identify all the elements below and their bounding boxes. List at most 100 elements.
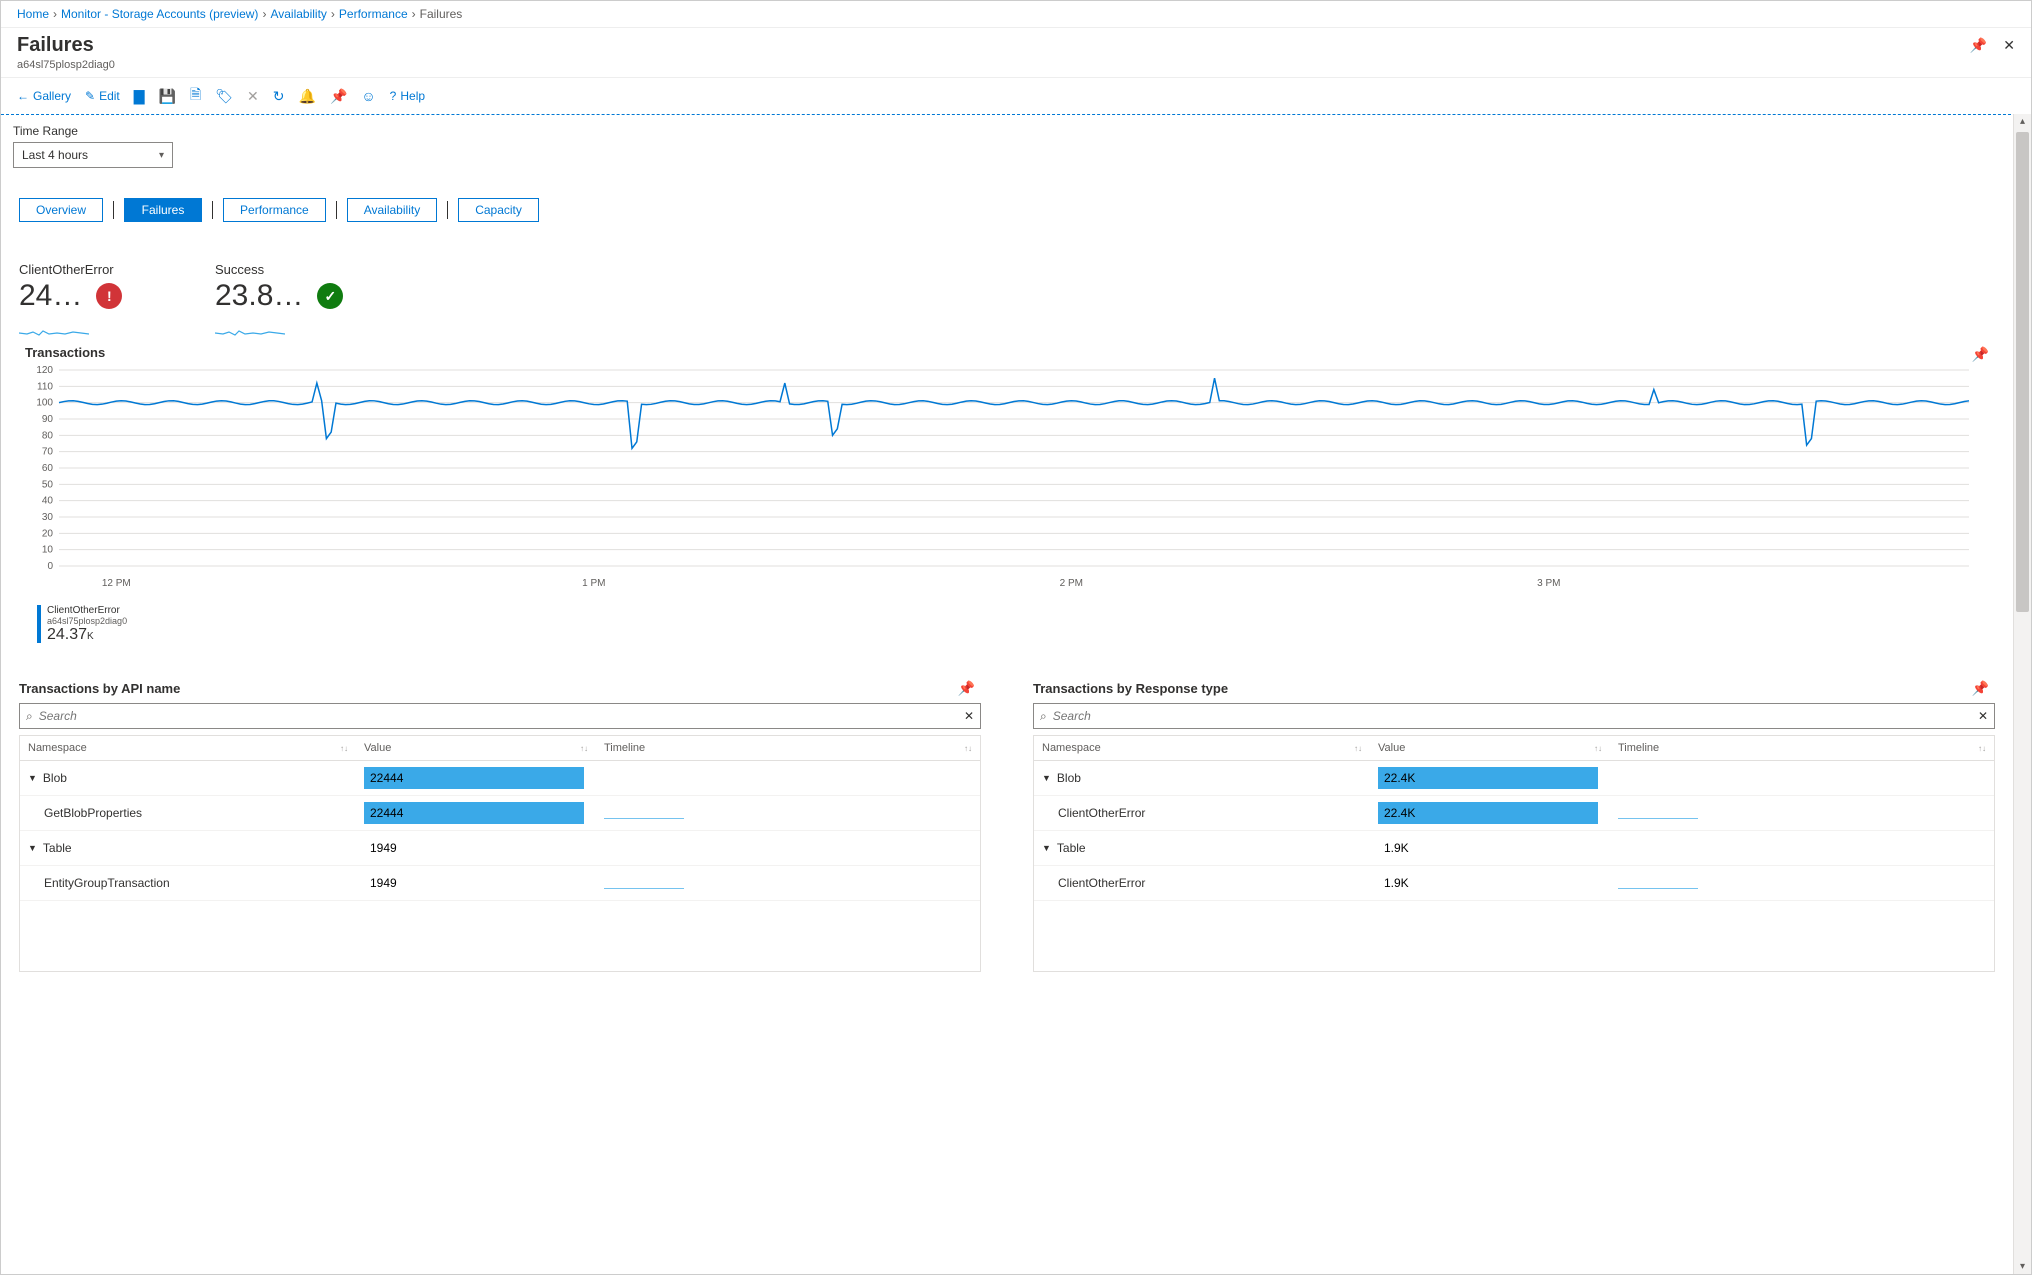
feedback-icon[interactable]: ☺ xyxy=(361,88,375,104)
legend-series-name: ClientOtherError xyxy=(47,605,127,616)
tables-row: Transactions by API name 📌 ⌕ ✕ Namespace… xyxy=(13,680,2001,972)
pin-toolbar-icon[interactable]: 📌 xyxy=(330,88,347,105)
table-api-search[interactable]: ⌕ ✕ xyxy=(19,703,981,729)
refresh-icon[interactable]: ↻ xyxy=(273,88,285,105)
table-api: Transactions by API name 📌 ⌕ ✕ Namespace… xyxy=(13,680,987,972)
scroll-thumb[interactable] xyxy=(2016,132,2029,612)
table-api-search-input[interactable] xyxy=(39,709,964,723)
kpi-success[interactable]: Success 23.8… ✓ xyxy=(215,262,355,346)
table-row[interactable]: GetBlobProperties 22444 xyxy=(20,796,980,831)
kpi-value: 23.8… xyxy=(215,279,303,313)
tab-availability[interactable]: Availability xyxy=(347,198,437,222)
breadcrumb-item[interactable]: Monitor - Storage Accounts (preview) xyxy=(61,7,258,21)
table-row[interactable]: ClientOtherError 22.4K xyxy=(1034,796,1994,831)
col-timeline[interactable]: Timeline↑↓ xyxy=(596,736,980,760)
transactions-panel: 📌 Transactions 0102030405060708090100110… xyxy=(19,346,1995,644)
mini-sparkline xyxy=(604,807,684,819)
kpi-clientothererror[interactable]: ClientOtherError 24… ! xyxy=(19,262,159,346)
table-header: Namespace↑↓ Value↑↓ Timeline↑↓ xyxy=(1034,736,1994,761)
table-resp-search-input[interactable] xyxy=(1053,709,1978,723)
cell-value: 1.9K xyxy=(1370,831,1610,865)
edit-label: Edit xyxy=(99,89,120,103)
col-value[interactable]: Value↑↓ xyxy=(1370,736,1610,760)
cell-timeline xyxy=(1610,831,1994,865)
alert-icon[interactable]: 🔔 xyxy=(299,88,316,105)
pencil-icon: ✎ xyxy=(85,89,95,103)
tab-performance[interactable]: Performance xyxy=(223,198,326,222)
close-icon[interactable]: ✕ xyxy=(2003,37,2015,54)
table-row[interactable]: ClientOtherError 1.9K xyxy=(1034,866,1994,901)
cell-namespace: ▼Table xyxy=(1034,831,1370,865)
svg-text:30: 30 xyxy=(42,512,54,523)
time-range-label: Time Range xyxy=(13,124,2001,138)
table-row[interactable]: ▼Table 1.9K xyxy=(1034,831,1994,866)
col-namespace[interactable]: Namespace↑↓ xyxy=(20,736,356,760)
mini-sparkline xyxy=(1618,877,1698,889)
table-row[interactable]: ▼Table 1949 xyxy=(20,831,980,866)
svg-text:70: 70 xyxy=(42,447,54,458)
cell-value: 1949 xyxy=(356,831,596,865)
cell-value: 22.4K xyxy=(1370,796,1610,830)
edit-button[interactable]: ✎ Edit xyxy=(85,89,120,103)
help-label: Help xyxy=(400,89,425,103)
table-row[interactable]: ▼Blob 22.4K xyxy=(1034,761,1994,796)
table-row[interactable]: EntityGroupTransaction 1949 xyxy=(20,866,980,901)
col-timeline[interactable]: Timeline↑↓ xyxy=(1610,736,1994,760)
svg-text:60: 60 xyxy=(42,463,54,474)
question-icon: ? xyxy=(390,89,397,103)
pin-chart-icon[interactable]: 📌 xyxy=(1972,346,1989,363)
tab-overview[interactable]: Overview xyxy=(19,198,103,222)
svg-text:10: 10 xyxy=(42,545,54,556)
table-api-grid: Namespace↑↓ Value↑↓ Timeline↑↓ ▼Blob 224… xyxy=(19,735,981,972)
gallery-button[interactable]: ← Gallery xyxy=(17,89,71,103)
table-row[interactable]: ▼Blob 22444 xyxy=(20,761,980,796)
table-resp-grid: Namespace↑↓ Value↑↓ Timeline↑↓ ▼Blob 22.… xyxy=(1033,735,1995,972)
expand-icon[interactable]: ▼ xyxy=(28,843,37,853)
help-button[interactable]: ? Help xyxy=(390,89,425,103)
cell-namespace: ClientOtherError xyxy=(1034,866,1370,900)
clear-search-icon[interactable]: ✕ xyxy=(964,709,974,723)
pin-table-api-icon[interactable]: 📌 xyxy=(958,680,975,697)
legend-color-bar xyxy=(37,605,41,643)
breadcrumb-item: Failures xyxy=(420,7,463,21)
mini-sparkline xyxy=(1618,807,1698,819)
content: Time Range Last 4 hours ▾ Overview Failur… xyxy=(1,114,2013,1274)
kpi-name: ClientOtherError xyxy=(19,262,159,277)
pin-table-resp-icon[interactable]: 📌 xyxy=(1972,680,1989,697)
tab-capacity[interactable]: Capacity xyxy=(458,198,539,222)
scroll-down-arrow[interactable]: ▾ xyxy=(2014,1261,2031,1272)
tab-strip: Overview Failures Performance Availability C… xyxy=(19,198,2001,222)
breadcrumb-item[interactable]: Performance xyxy=(339,7,408,21)
transactions-chart[interactable]: 010203040506070809010011012012 PM1 PM2 P… xyxy=(19,366,1979,596)
gallery-label: Gallery xyxy=(33,89,71,103)
breadcrumb-item[interactable]: Home xyxy=(17,7,49,21)
table-resp-search[interactable]: ⌕ ✕ xyxy=(1033,703,1995,729)
expand-icon[interactable]: ▼ xyxy=(1042,843,1051,853)
svg-text:2 PM: 2 PM xyxy=(1060,578,1083,589)
col-namespace[interactable]: Namespace↑↓ xyxy=(1034,736,1370,760)
col-value[interactable]: Value↑↓ xyxy=(356,736,596,760)
cell-timeline xyxy=(596,831,980,865)
breadcrumb-item[interactable]: Availability xyxy=(270,7,326,21)
discard-icon[interactable]: ✕ xyxy=(247,88,259,105)
svg-text:3 PM: 3 PM xyxy=(1537,578,1560,589)
cell-value: 1.9K xyxy=(1370,866,1610,900)
vertical-scrollbar[interactable]: ▴ ▾ xyxy=(2013,114,2031,1274)
tag-icon[interactable]: 🏷 xyxy=(215,88,233,105)
mini-sparkline xyxy=(604,877,684,889)
expand-icon[interactable]: ▼ xyxy=(1042,773,1051,783)
tab-failures[interactable]: Failures xyxy=(124,198,202,222)
cell-timeline xyxy=(596,796,980,830)
svg-text:90: 90 xyxy=(42,414,54,425)
scroll-up-arrow[interactable]: ▴ xyxy=(2014,116,2031,127)
pin-icon[interactable]: 📌 xyxy=(1970,37,1987,54)
svg-text:1 PM: 1 PM xyxy=(582,578,605,589)
save-as-icon[interactable]: 🗎 xyxy=(190,84,201,108)
open-icon[interactable]: ▇ xyxy=(134,88,145,105)
time-range-select[interactable]: Last 4 hours ▾ xyxy=(13,142,173,168)
expand-icon[interactable]: ▼ xyxy=(28,773,37,783)
clear-search-icon[interactable]: ✕ xyxy=(1978,709,1988,723)
sparkline xyxy=(215,323,285,343)
save-icon[interactable]: 💾 xyxy=(159,88,176,105)
search-icon: ⌕ xyxy=(26,709,33,724)
